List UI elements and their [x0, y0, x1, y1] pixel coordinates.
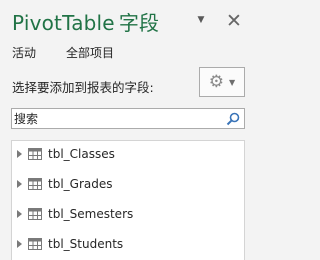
tab-all[interactable]: 全部项目: [66, 44, 114, 61]
close-icon[interactable]: ✕: [226, 10, 242, 32]
search-icon[interactable]: [226, 112, 240, 126]
chevron-down-icon: ▼: [229, 77, 236, 87]
field-item-tbl-semesters[interactable]: tbl_Semesters: [12, 202, 244, 226]
expand-arrow-icon[interactable]: [17, 210, 22, 218]
expand-arrow-icon[interactable]: [17, 240, 22, 248]
task-pane-options-icon[interactable]: ▼: [194, 13, 208, 27]
field-list-settings-button[interactable]: ⚙ ▼: [199, 67, 245, 97]
field-item-tbl-classes[interactable]: tbl_Classes: [12, 142, 244, 166]
pane-title-latin: PivotTable: [12, 11, 115, 35]
field-label: tbl_Students: [48, 237, 124, 251]
field-item-tbl-students[interactable]: tbl_Students: [12, 232, 244, 256]
table-icon: [28, 148, 42, 160]
field-list: tbl_Classes tbl_Grades tbl_Semesters tbl…: [11, 140, 245, 260]
expand-arrow-icon[interactable]: [17, 150, 22, 158]
field-list-instruction: 选择要添加到报表的字段:: [12, 80, 154, 95]
field-label: tbl_Grades: [48, 177, 113, 191]
pane-header: PivotTable 字段: [12, 4, 256, 44]
pane-title-zh: 字段: [118, 11, 160, 35]
table-icon: [28, 208, 42, 220]
tab-active[interactable]: 活动: [12, 44, 36, 61]
pane-title: PivotTable 字段: [12, 4, 256, 42]
field-scope-tabs: 活动 全部项目: [12, 44, 144, 61]
expand-arrow-icon[interactable]: [17, 180, 22, 188]
field-label: tbl_Classes: [48, 147, 115, 161]
gear-icon: ⚙: [208, 71, 225, 92]
field-item-tbl-grades[interactable]: tbl_Grades: [12, 172, 244, 196]
field-label: tbl_Semesters: [48, 207, 134, 221]
table-icon: [28, 238, 42, 250]
search-box: [11, 108, 245, 129]
table-icon: [28, 178, 42, 190]
search-input[interactable]: [12, 109, 222, 128]
